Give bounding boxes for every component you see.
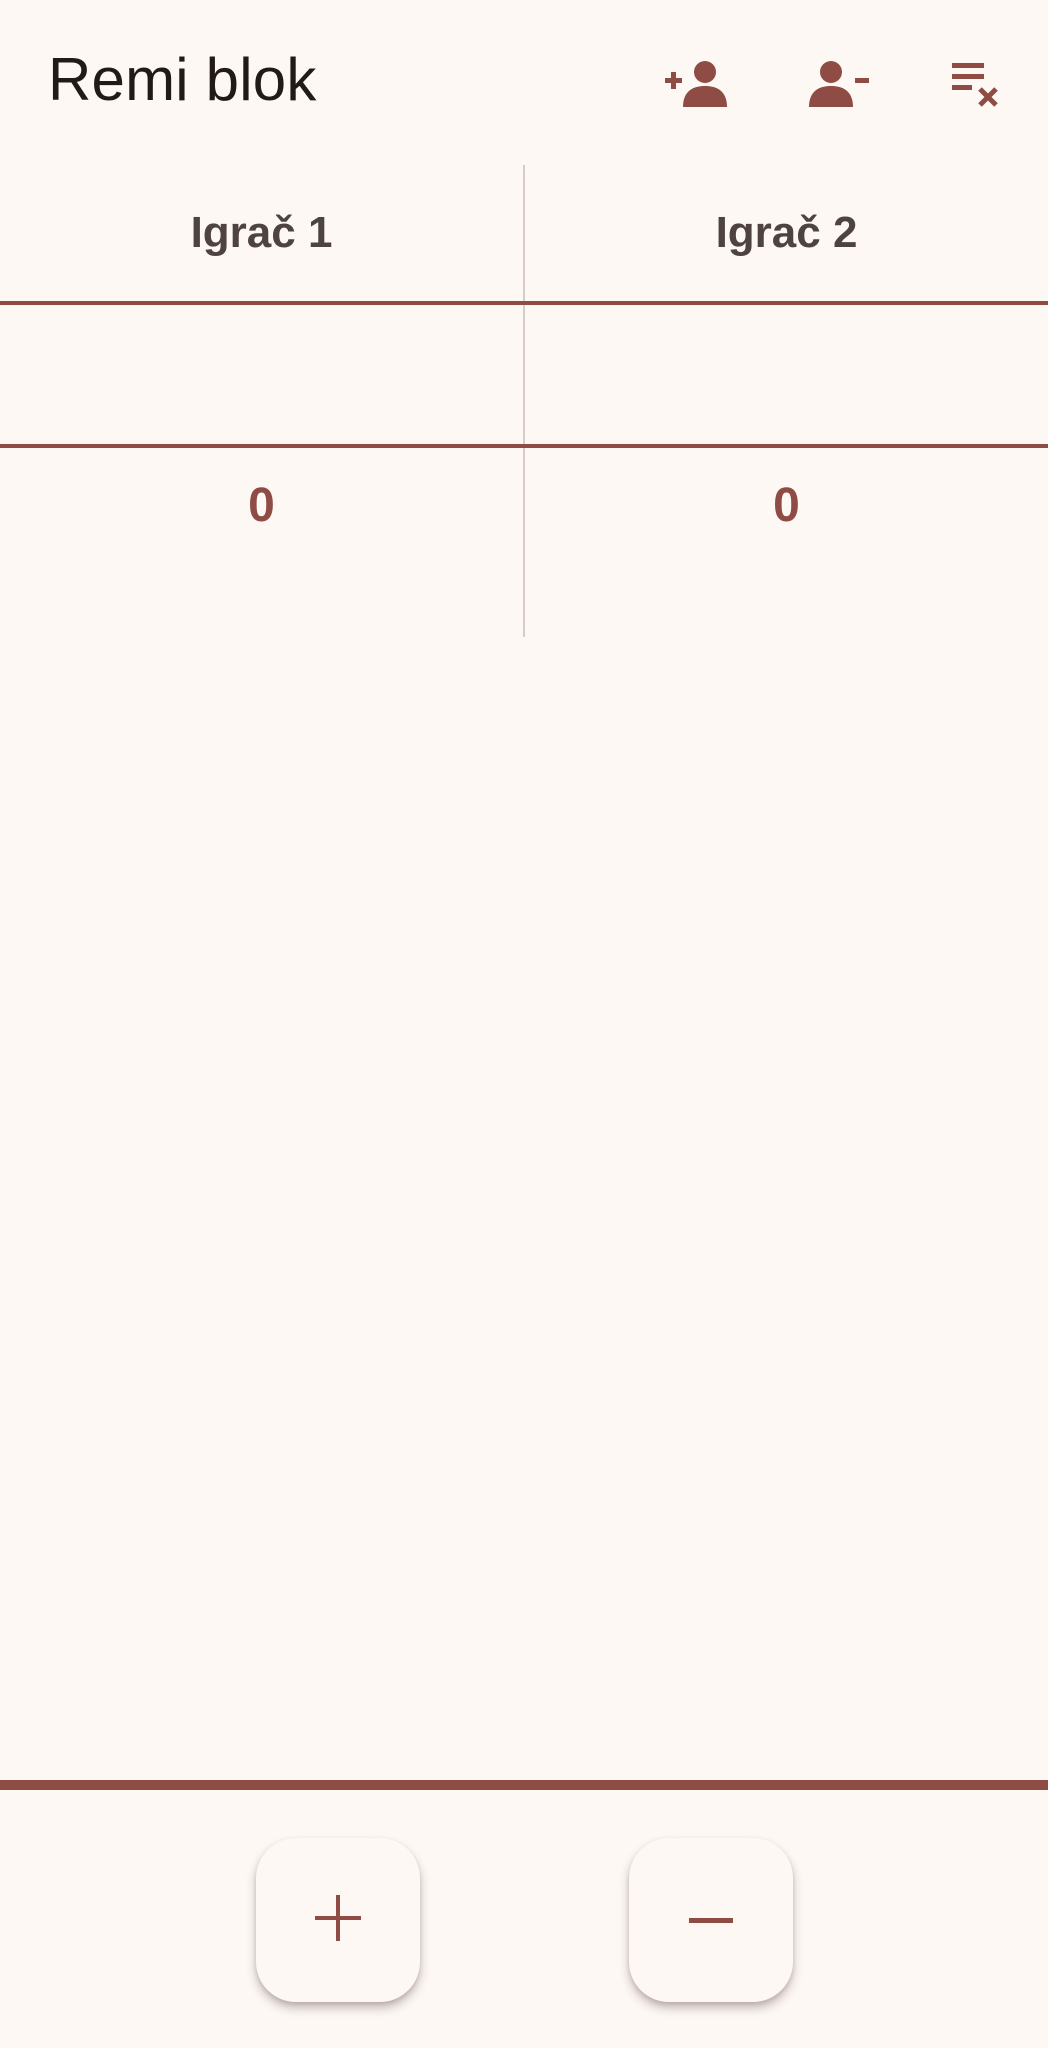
player-total-2: 0 [773, 479, 800, 532]
minus-icon [689, 1911, 733, 1929]
top-app-bar: Remi blok [0, 0, 1048, 165]
subtract-score-button[interactable] [629, 1838, 793, 2002]
add-player-button[interactable] [658, 50, 738, 116]
plus-icon [315, 1894, 361, 1946]
bottom-divider [0, 1780, 1048, 1790]
clear-list-icon [948, 57, 1006, 109]
player-total-1: 0 [248, 479, 275, 532]
add-score-button[interactable] [256, 1838, 420, 2002]
score-table: Igrač 1 Igrač 2 0 0 [0, 165, 1048, 637]
score-entry-cell-1 [0, 305, 523, 444]
player-name-header-2[interactable]: Igrač 2 [525, 165, 1048, 301]
app-title: Remi blok [48, 46, 317, 113]
person-add-icon [665, 59, 731, 107]
person-remove-icon [807, 59, 873, 107]
app-root: Remi blok Igrač 1 Igrač 2 0 0 [0, 0, 1048, 2048]
score-entry-cell-2 [525, 305, 1048, 444]
clear-list-button[interactable] [937, 50, 1017, 116]
player-name-header-1[interactable]: Igrač 1 [0, 165, 523, 301]
remove-player-button[interactable] [800, 50, 880, 116]
